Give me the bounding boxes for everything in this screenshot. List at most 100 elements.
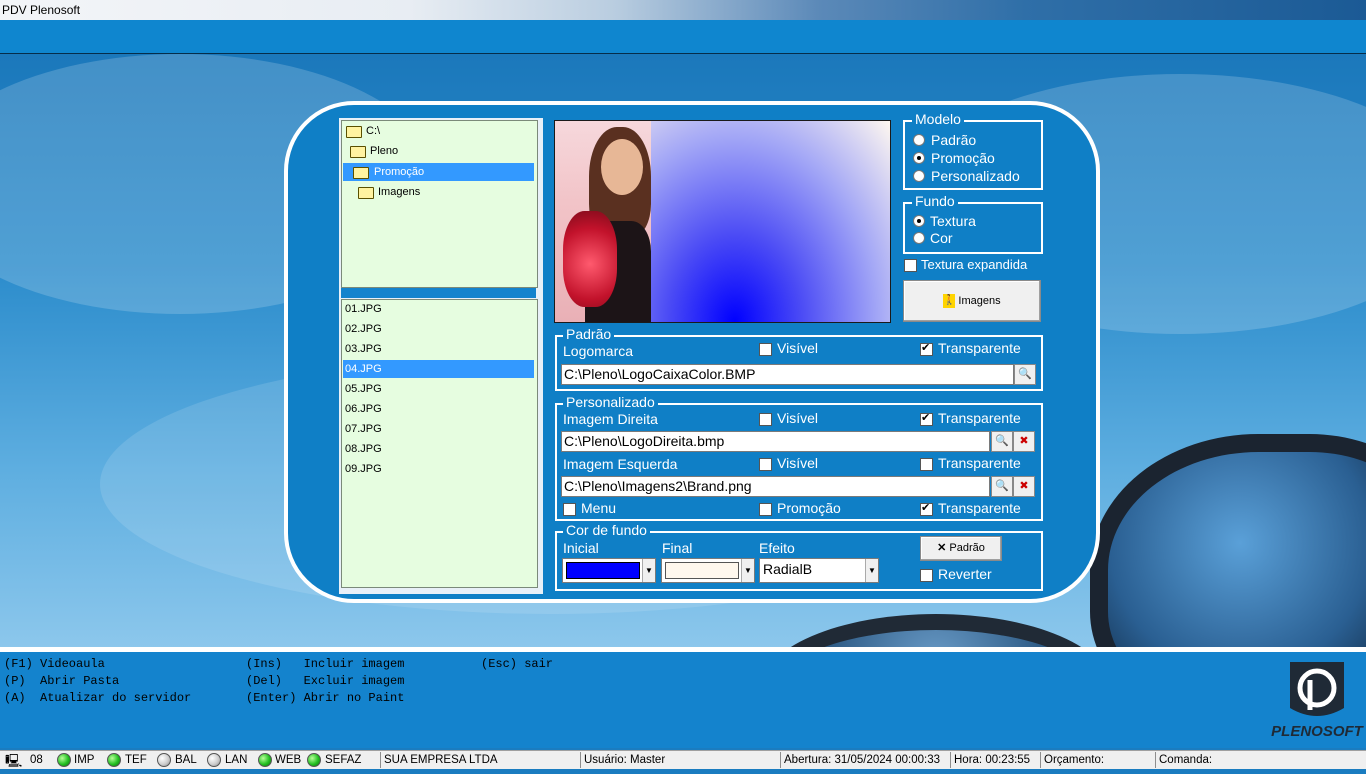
- efeito-value: RadialB: [763, 561, 813, 577]
- personalizado-transparente-checkbox[interactable]: [920, 501, 933, 516]
- radio-cor-label: Cor: [930, 230, 953, 246]
- delete-image-icon[interactable]: ✖: [1013, 431, 1035, 452]
- fundo-title: Fundo: [912, 194, 958, 209]
- lan-status-led: [207, 753, 221, 767]
- padrao-transparente-checkbox[interactable]: [920, 341, 933, 356]
- padrao-title: Padrão: [563, 327, 615, 342]
- list-item[interactable]: 02.JPG: [345, 320, 382, 338]
- help-p: (P) Abrir Pasta: [4, 674, 120, 688]
- padrao-visivel-checkbox[interactable]: [759, 343, 772, 356]
- usuario-text: Usuário: Master: [584, 754, 666, 766]
- title-bar[interactable]: PDV Plenosoft: [0, 0, 1366, 20]
- imagem-direita-path-field[interactable]: C:\Pleno\LogoDireita.bmp: [561, 431, 990, 452]
- list-item[interactable]: 06.JPG: [345, 400, 382, 418]
- direita-transparente-checkbox[interactable]: [920, 411, 933, 426]
- list-item[interactable]: 07.JPG: [345, 420, 382, 438]
- shortcut-help-bar: [0, 652, 1366, 748]
- person-icon: 🚶: [943, 294, 956, 309]
- sefaz-status-led: [307, 753, 321, 767]
- padrao-transparente-label: Transparente: [938, 340, 1021, 356]
- bal-status-led: [157, 753, 171, 767]
- radio-padrao[interactable]: [913, 134, 925, 146]
- tree-item-root[interactable]: C:\: [344, 122, 380, 140]
- web-label: WEB: [275, 754, 302, 766]
- company-name: SUA EMPRESA LTDA: [384, 754, 498, 766]
- imagem-esquerda-path-field[interactable]: C:\Pleno\Imagens2\Brand.png: [561, 476, 990, 497]
- list-item[interactable]: 01.JPG: [345, 300, 382, 318]
- terminal-icon: 🖳: [5, 753, 23, 768]
- gradient-preview: [651, 121, 890, 322]
- list-item[interactable]: 03.JPG: [345, 340, 382, 358]
- direita-visivel-label: Visível: [777, 410, 818, 426]
- promocao-label: Promoção: [777, 500, 841, 516]
- radio-padrao-label: Padrão: [931, 132, 977, 148]
- personalizado-transparente-label: Transparente: [938, 500, 1021, 516]
- esquerda-visivel-checkbox[interactable]: [759, 458, 772, 471]
- list-item[interactable]: 05.JPG: [345, 380, 382, 398]
- tef-label: TEF: [125, 754, 147, 766]
- bal-label: BAL: [175, 754, 197, 766]
- menu-checkbox[interactable]: [563, 503, 576, 516]
- binoculars-icon[interactable]: 🔍: [991, 476, 1013, 497]
- orcamento-text: Orçamento:: [1044, 754, 1105, 766]
- close-icon: ✕: [937, 542, 947, 554]
- menu-label: Menu: [581, 500, 617, 516]
- window-title: PDV Plenosoft: [2, 3, 81, 17]
- direita-transparente-label: Transparente: [938, 410, 1021, 426]
- efeito-label: Efeito: [759, 540, 795, 556]
- list-item[interactable]: 08.JPG: [345, 440, 382, 458]
- status-bar: 🖳 08 IMP TEF BAL LAN WEB SEFAZ SUA EMPRE…: [0, 750, 1366, 769]
- binoculars-icon[interactable]: 🔍: [1014, 364, 1036, 385]
- list-item[interactable]: 09.JPG: [345, 460, 382, 478]
- delete-image-icon[interactable]: ✖: [1013, 476, 1035, 497]
- folder-icon: [358, 187, 374, 199]
- final-label: Final: [662, 540, 693, 556]
- textura-expandida-label: Textura expandida: [921, 257, 1028, 272]
- radio-personalizado-label: Personalizado: [931, 168, 1020, 184]
- esquerda-transparente-checkbox[interactable]: [920, 458, 933, 471]
- reverter-checkbox[interactable]: [920, 569, 933, 582]
- imp-label: IMP: [74, 754, 95, 766]
- splitter[interactable]: [341, 288, 536, 298]
- efeito-select[interactable]: RadialB ▼: [759, 558, 879, 583]
- radio-textura[interactable]: [913, 215, 925, 227]
- folder-tree[interactable]: C:\ Pleno Promoção Imagens: [341, 120, 538, 288]
- binoculars-icon[interactable]: 🔍: [991, 431, 1013, 452]
- folder-open-icon: [350, 146, 366, 158]
- image-preview: [554, 120, 891, 323]
- help-ins: (Ins) Incluir imagem: [246, 657, 405, 671]
- textura-expandida-checkbox[interactable]: [904, 259, 917, 272]
- tree-item-pleno[interactable]: Pleno: [348, 142, 398, 160]
- logomarca-path-field[interactable]: C:\Pleno\LogoCaixaColor.BMP: [561, 364, 1014, 385]
- tree-item-imagens[interactable]: Imagens: [356, 183, 420, 201]
- promocao-checkbox[interactable]: [759, 503, 772, 516]
- dropdown-arrow-icon: ▼: [865, 559, 878, 582]
- direita-visivel-checkbox[interactable]: [759, 413, 772, 426]
- terminal-number: 08: [30, 754, 43, 766]
- file-list[interactable]: 01.JPG 02.JPG 03.JPG 04.JPG 05.JPG 06.JP…: [341, 299, 538, 588]
- top-band: [0, 20, 1366, 54]
- padrao-button[interactable]: ✕ Padrão: [920, 536, 1002, 561]
- radio-cor[interactable]: [913, 232, 925, 244]
- personalizado-title: Personalizado: [563, 395, 658, 410]
- imagem-direita-label: Imagem Direita: [563, 411, 658, 427]
- inicial-color-swatch: [566, 562, 640, 579]
- dropdown-arrow-icon: ▼: [741, 559, 754, 582]
- final-color-select[interactable]: ▼: [661, 558, 755, 583]
- inicial-color-select[interactable]: ▼: [562, 558, 656, 583]
- inicial-label: Inicial: [563, 540, 599, 556]
- list-item-selected[interactable]: 04.JPG: [343, 360, 534, 378]
- tef-status-led: [107, 753, 121, 767]
- radio-personalizado[interactable]: [913, 170, 925, 182]
- cor-de-fundo-title: Cor de fundo: [563, 523, 650, 538]
- help-del: (Del) Excluir imagem: [246, 674, 405, 688]
- help-a: (A) Atualizar do servidor: [4, 691, 192, 705]
- imp-status-led: [57, 753, 71, 767]
- comanda-text: Comanda:: [1159, 754, 1213, 766]
- esquerda-transparente-label: Transparente: [938, 455, 1021, 471]
- lan-label: LAN: [225, 754, 248, 766]
- tree-item-promocao[interactable]: Promoção: [343, 163, 534, 181]
- sefaz-label: SEFAZ: [325, 754, 362, 766]
- imagens-button[interactable]: 🚶 Imagens: [903, 280, 1041, 322]
- radio-promocao[interactable]: [913, 152, 925, 164]
